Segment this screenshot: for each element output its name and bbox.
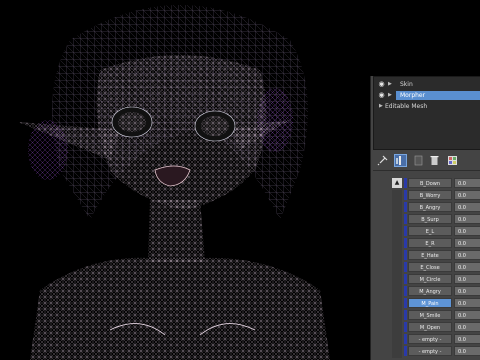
make-unique-icon[interactable]: [412, 154, 425, 167]
expand-arrow-icon[interactable]: ▶: [388, 90, 392, 101]
channel-value-spinner[interactable]: 0.0: [454, 310, 480, 320]
channel-name-button[interactable]: M_Open: [408, 322, 452, 332]
channel-value-spinner[interactable]: 0.0: [454, 250, 480, 260]
visibility-eye-icon[interactable]: ◉: [377, 79, 386, 90]
scrollbar[interactable]: [392, 190, 402, 358]
morph-channel-row[interactable]: E_R 0.0: [395, 238, 480, 248]
morph-channel-row[interactable]: E_Close 0.0: [395, 262, 480, 272]
channel-name-button[interactable]: - empty -: [408, 334, 452, 344]
morph-channel-row[interactable]: B_Surp 0.0: [395, 214, 480, 224]
morph-channel-row[interactable]: - empty -0.0: [395, 334, 480, 344]
stack-toolbar: [373, 152, 480, 170]
channel-name-button[interactable]: E_Close: [408, 262, 452, 272]
morph-channel-row[interactable]: - empty -0.0: [395, 346, 480, 356]
channel-color-marker: [404, 178, 407, 188]
visibility-eye-icon[interactable]: ◉: [377, 90, 386, 101]
morph-channel-row[interactable]: M_Open 0.0: [395, 322, 480, 332]
modify-panel: ◉ ▶ Skin ◉ ▶ Morpher ▶ Editable Mesh B_D…: [370, 76, 480, 360]
modifier-stack: ◉ ▶ Skin ◉ ▶ Morpher ▶ Editable Mesh: [373, 76, 480, 150]
morph-channel-row[interactable]: E_Hate 0.0: [395, 250, 480, 260]
morph-channel-row[interactable]: B_Down 0.0: [395, 178, 480, 188]
channel-color-marker: [404, 310, 407, 320]
channel-color-marker: [404, 262, 407, 272]
channel-name-button[interactable]: E_Hate: [408, 250, 452, 260]
channel-name-button[interactable]: E_R: [408, 238, 452, 248]
expand-arrow-icon[interactable]: ▶: [388, 79, 392, 90]
morph-channel-row[interactable]: M_Smile 0.0: [395, 310, 480, 320]
channel-color-marker: [404, 226, 407, 236]
channel-value-spinner[interactable]: 0.0: [454, 286, 480, 296]
channel-color-marker: [404, 274, 407, 284]
channel-name-button[interactable]: E_L: [408, 226, 452, 236]
stack-item-label: Skin: [400, 81, 413, 88]
channel-value-spinner[interactable]: 0.0: [454, 178, 480, 188]
channel-color-marker: [404, 202, 407, 212]
trash-icon[interactable]: [428, 154, 441, 167]
channel-color-marker: [404, 334, 407, 344]
channel-value-spinner[interactable]: 0.0: [454, 346, 480, 356]
morph-channel-row[interactable]: B_Angry 0.0: [395, 202, 480, 212]
channel-color-marker: [404, 238, 407, 248]
channel-name-button[interactable]: M_Angry: [408, 286, 452, 296]
stack-item-label: Morpher: [400, 92, 426, 99]
show-end-result-icon[interactable]: [394, 154, 407, 167]
channel-color-marker: [404, 250, 407, 260]
channel-value-spinner[interactable]: 0.0: [454, 238, 480, 248]
channel-value-spinner[interactable]: 0.0: [454, 322, 480, 332]
channel-name-button[interactable]: B_Worry: [408, 190, 452, 200]
channel-name-button[interactable]: M_Pain: [408, 298, 452, 308]
channel-name-button[interactable]: - empty -: [408, 346, 452, 356]
channel-color-marker: [404, 322, 407, 332]
stack-item-label: Editable Mesh: [385, 103, 428, 110]
channel-color-marker: [404, 190, 407, 200]
channel-value-spinner[interactable]: 0.0: [454, 262, 480, 272]
morph-channel-row[interactable]: E_L 0.0: [395, 226, 480, 236]
channel-value-spinner[interactable]: 0.0: [454, 226, 480, 236]
divider: [373, 170, 480, 171]
morph-channel-row[interactable]: M_Pain 0.0: [395, 298, 480, 308]
morph-channel-row[interactable]: M_Angry 0.0: [395, 286, 480, 296]
stack-item-morpher[interactable]: ◉ ▶ Morpher: [374, 90, 480, 101]
channel-value-spinner[interactable]: 0.0: [454, 190, 480, 200]
channel-color-marker: [404, 298, 407, 308]
channel-value-spinner[interactable]: 0.0: [454, 334, 480, 344]
channel-name-button[interactable]: B_Angry: [408, 202, 452, 212]
channel-value-spinner[interactable]: 0.0: [454, 202, 480, 212]
channel-color-marker: [404, 214, 407, 224]
channel-name-button[interactable]: M_Circle: [408, 274, 452, 284]
pin-icon[interactable]: [376, 154, 389, 167]
channel-name-button[interactable]: B_Down: [408, 178, 452, 188]
scroll-up-button[interactable]: ▲: [392, 178, 402, 188]
configure-sets-icon[interactable]: [446, 154, 459, 167]
channel-value-spinner[interactable]: 0.0: [454, 298, 480, 308]
morph-channel-row[interactable]: M_Circle 0.0: [395, 274, 480, 284]
stack-item-skin[interactable]: ◉ ▶ Skin: [374, 79, 480, 90]
channel-color-marker: [404, 286, 407, 296]
channel-name-button[interactable]: B_Surp: [408, 214, 452, 224]
channel-color-marker: [404, 346, 407, 356]
channel-value-spinner[interactable]: 0.0: [454, 274, 480, 284]
morph-channel-row[interactable]: B_Worry 0.0: [395, 190, 480, 200]
expand-arrow-icon[interactable]: ▶: [379, 101, 383, 112]
morph-channel-list: B_Down 0.0 B_Worry 0.0 B_Angry 0.0 B_Surp 0.0 E_…: [395, 178, 480, 360]
channel-value-spinner[interactable]: 0.0: [454, 214, 480, 224]
channel-name-button[interactable]: M_Smile: [408, 310, 452, 320]
stack-item-editable-mesh[interactable]: ▶ Editable Mesh: [374, 101, 480, 112]
